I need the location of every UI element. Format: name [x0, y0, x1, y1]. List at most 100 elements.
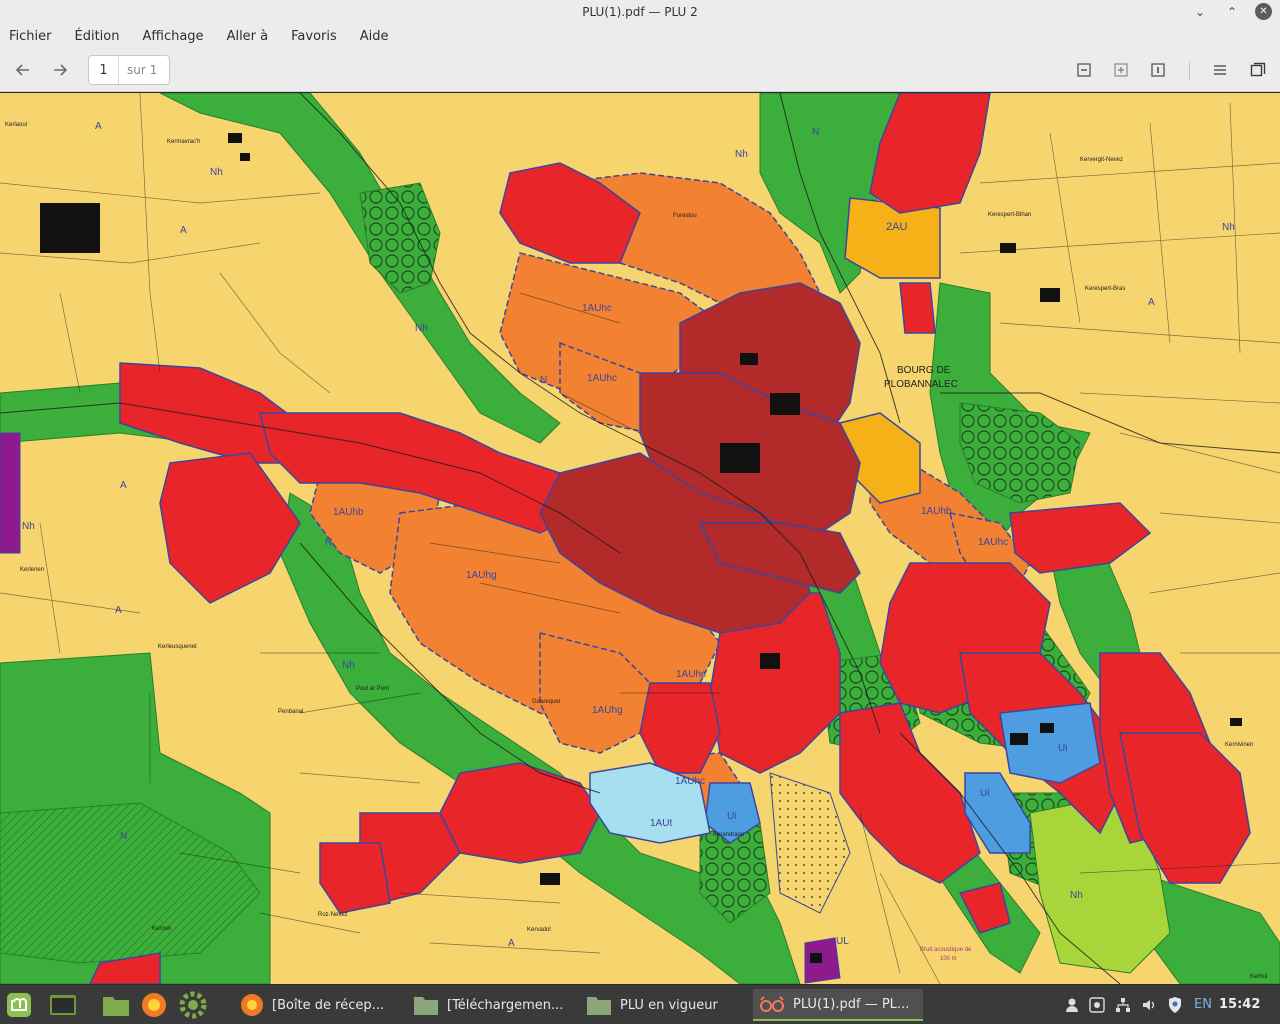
forward-arrow-icon[interactable]	[48, 58, 72, 82]
menu-edition[interactable]: Édition	[75, 29, 120, 44]
place-name: PLOBANNALEC	[884, 379, 958, 390]
zone-label: Ui	[980, 788, 989, 799]
fullscreen-icon[interactable]	[1246, 58, 1270, 82]
zone-label: A	[508, 938, 515, 949]
firefox-icon[interactable]	[139, 990, 169, 1020]
terminal-icon[interactable]	[48, 990, 78, 1020]
place-name: 100 m	[940, 956, 957, 962]
zone-label: 1AUhc	[587, 373, 617, 384]
page-number-field[interactable]: 1 sur 1	[88, 55, 170, 85]
title-bar: PLU(1).pdf — PLU 2 ⌄ ⌃ ✕	[0, 0, 1280, 24]
window-controls: ⌄ ⌃ ✕	[1191, 3, 1272, 21]
menu-fichier[interactable]: Fichier	[9, 29, 52, 44]
hamburger-menu-icon[interactable]	[1208, 58, 1232, 82]
volume-icon[interactable]	[1140, 996, 1158, 1014]
taskbar-window-plu-folder[interactable]: PLU en vigueur	[580, 989, 750, 1021]
taskbar: [Boîte de récep... [Téléchargemen... PLU…	[0, 984, 1280, 1024]
document-viewer-icon	[760, 996, 784, 1012]
user-icon[interactable]	[1063, 996, 1081, 1014]
place-name: Kerlaoui	[5, 122, 27, 128]
zone-label: N	[540, 375, 547, 386]
menu-affichage[interactable]: Affichage	[142, 29, 203, 44]
keyboard-layout-indicator[interactable]: EN	[1194, 997, 1212, 1012]
folder-icon	[587, 997, 611, 1015]
zone-label: Nh	[1070, 890, 1083, 901]
minimize-button[interactable]: ⌄	[1191, 3, 1209, 21]
zone-label: A	[180, 225, 187, 236]
zone-label: Nh	[342, 660, 355, 671]
zoom-original-icon[interactable]	[1146, 58, 1170, 82]
zone-2au	[844, 197, 941, 279]
taskbar-window-label: PLU(1).pdf — PL...	[793, 996, 910, 1012]
zone-label: Nh	[735, 149, 748, 160]
zone-label: 1AUt	[650, 818, 672, 829]
shield-icon[interactable]	[1166, 996, 1184, 1014]
place-name: Kervergit-Nevez	[1080, 157, 1123, 163]
back-arrow-icon[interactable]	[11, 58, 35, 82]
taskbar-window-label: [Boîte de récep...	[272, 997, 385, 1013]
files-icon[interactable]	[101, 990, 131, 1020]
zone-label: 1AUhg	[466, 570, 497, 581]
screenshot-icon[interactable]	[1088, 996, 1106, 1014]
toolbar	[0, 48, 1280, 92]
taskbar-window-pdf[interactable]: PLU(1).pdf — PL...	[753, 989, 923, 1021]
zone-label: Nh	[210, 167, 223, 178]
zone-label: 1AUhb	[921, 506, 952, 517]
close-button[interactable]: ✕	[1255, 3, 1272, 20]
mint-menu-icon[interactable]	[4, 990, 34, 1020]
place-name: Keroun	[152, 926, 171, 932]
zoom-in-icon[interactable]	[1109, 58, 1133, 82]
settings-icon[interactable]	[178, 990, 208, 1020]
place-name: Kerespert-Bras	[1085, 286, 1125, 292]
clock[interactable]: 15:42	[1219, 997, 1260, 1012]
network-icon[interactable]	[1114, 996, 1132, 1014]
menu-aller-a[interactable]: Aller à	[227, 29, 269, 44]
zone-label: UL	[836, 936, 849, 947]
thunderbird-icon	[241, 994, 263, 1016]
zone-label: 1AUhc	[675, 776, 705, 787]
place-name: Bruit acoustique de	[920, 947, 972, 953]
page-current-input[interactable]: 1	[89, 56, 119, 84]
taskbar-window-mail[interactable]: [Boîte de récep...	[234, 989, 404, 1021]
taskbar-window-label: [Téléchargemen...	[447, 997, 564, 1013]
place-name: Kerhol	[1250, 974, 1267, 980]
zone-label: A	[115, 605, 122, 616]
place-name: Kerandraon	[713, 832, 744, 838]
place-name: Goarequer	[532, 699, 561, 705]
zone-label: Ui	[1058, 743, 1067, 754]
zoning-map: A A A A A A N N N N Nh Nh Nh Nh Nh Nh Nh…	[0, 93, 1280, 984]
zone-label: N	[325, 537, 332, 548]
place-name: Poul ar Pont	[356, 686, 389, 692]
menu-aide[interactable]: Aide	[360, 29, 389, 44]
toolbar-separator	[1189, 62, 1190, 80]
zone-label: Nh	[1222, 222, 1235, 233]
zone-label: 1AUhc	[582, 303, 612, 314]
maximize-button[interactable]: ⌃	[1223, 3, 1241, 21]
document-view[interactable]: A A A A A A N N N N Nh Nh Nh Nh Nh Nh Nh…	[0, 93, 1280, 984]
zone-label: Nh	[415, 323, 428, 334]
menu-bar: Fichier Édition Affichage Aller à Favori…	[0, 24, 1280, 48]
zone-special	[0, 432, 21, 554]
place-name: BOURG DE	[897, 365, 951, 376]
place-name: Roz-Nevez	[318, 912, 348, 918]
zone-label: N	[812, 127, 819, 138]
page-total-label: sur 1	[127, 63, 158, 77]
place-name: Kernivinen	[1225, 742, 1253, 748]
place-name: Penbanal	[278, 709, 303, 715]
taskbar-window-label: PLU en vigueur	[620, 997, 718, 1013]
menu-favoris[interactable]: Favoris	[291, 29, 337, 44]
zoom-out-icon[interactable]	[1072, 58, 1096, 82]
zone-label: A	[120, 480, 127, 491]
window-title: PLU(1).pdf — PLU 2	[582, 5, 698, 19]
zone-label: A	[95, 121, 102, 132]
place-name: Kerlerien	[20, 567, 44, 573]
zone-label: N	[120, 831, 127, 842]
taskbar-window-downloads[interactable]: [Téléchargemen...	[407, 989, 577, 1021]
zone-label: 1AUhc	[978, 537, 1008, 548]
zone-label: Ui	[727, 811, 736, 822]
zone-label: 1AUhb	[333, 507, 364, 518]
place-name: Kerespert-Bihan	[988, 212, 1031, 218]
place-name: Kermavrac'h	[167, 139, 201, 145]
zone-label: A	[1148, 297, 1155, 308]
zone-label: 2AU	[886, 221, 907, 233]
